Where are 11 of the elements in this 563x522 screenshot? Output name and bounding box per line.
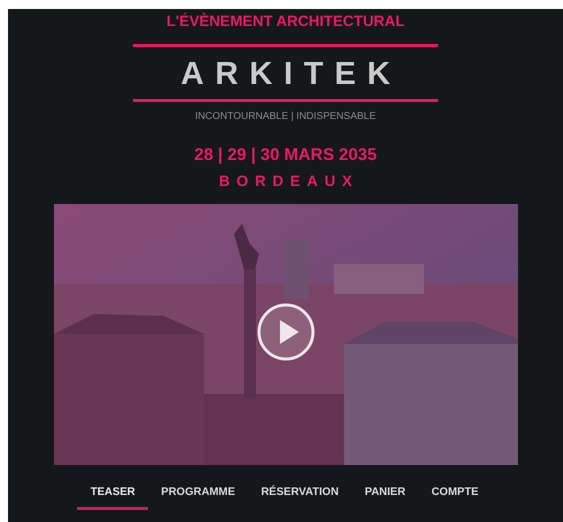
nav-tab[interactable]: COMPTE xyxy=(418,483,492,510)
nav-tab[interactable]: TEASER xyxy=(77,483,148,510)
event-logo: ARKITEK xyxy=(180,54,402,93)
event-dates: 28 | 29 | 30 MARS 2035 xyxy=(194,144,377,166)
event-kicker: L'ÉVÈNEMENT ARCHITECTURAL xyxy=(166,12,404,32)
play-icon[interactable] xyxy=(256,302,316,362)
nav-tab[interactable]: PROGRAMME xyxy=(148,483,248,510)
tagline: INCONTOURNABLE | INDISPENSABLE xyxy=(195,110,376,124)
nav-tab[interactable]: RÉSERVATION xyxy=(248,483,352,510)
event-city: BORDEAUX xyxy=(218,172,359,192)
nav-tab[interactable]: PANIER xyxy=(352,483,418,510)
